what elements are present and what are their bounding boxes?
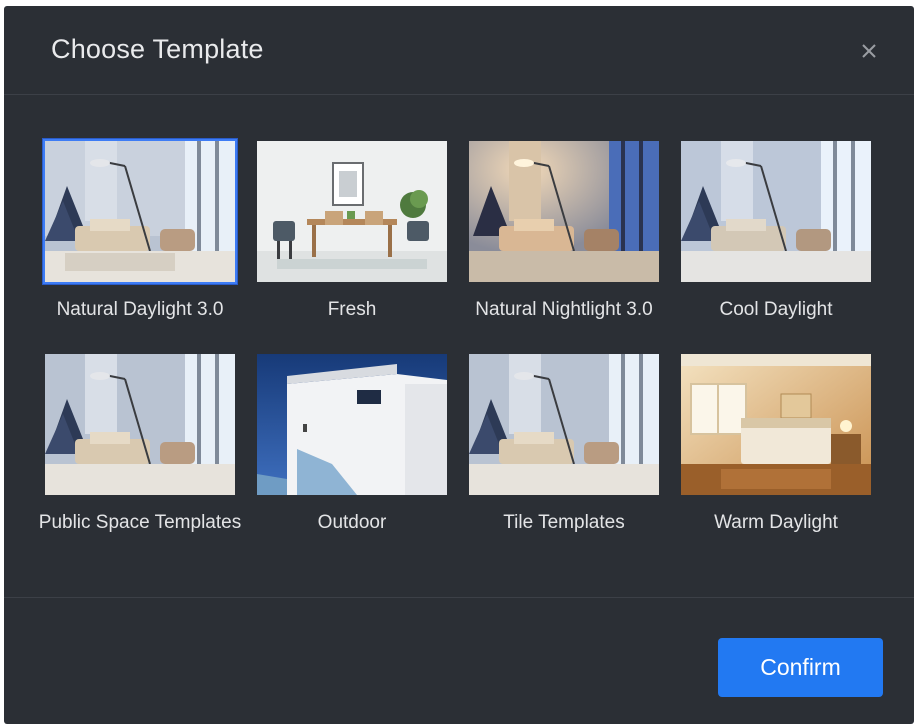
- template-thumbnail: [43, 352, 237, 497]
- close-icon[interactable]: [854, 36, 884, 66]
- template-thumbnail: [255, 352, 449, 497]
- template-grid: Natural Daylight 3.0 Fresh Natural Night…: [4, 95, 914, 597]
- template-thumbnail: [467, 352, 661, 497]
- template-thumbnail: [467, 139, 661, 284]
- dialog-header: Choose Template: [4, 6, 914, 95]
- template-label: Tile Templates: [503, 512, 625, 533]
- template-label: Warm Daylight: [714, 512, 838, 533]
- template-label: Natural Nightlight 3.0: [475, 299, 653, 320]
- template-label: Natural Daylight 3.0: [56, 299, 224, 320]
- dialog-footer: Confirm: [4, 597, 914, 724]
- template-label: Outdoor: [317, 512, 387, 533]
- template-thumbnail: [679, 352, 873, 497]
- template-label: Fresh: [327, 299, 377, 320]
- dialog-title: Choose Template: [51, 34, 264, 64]
- choose-template-dialog: Choose Template Natural Daylight 3.0 Fre…: [4, 6, 914, 724]
- template-thumbnail: [43, 139, 237, 284]
- template-label: Public Space Templates: [38, 512, 242, 533]
- template-label: Cool Daylight: [719, 299, 833, 320]
- confirm-button[interactable]: Confirm: [718, 638, 883, 697]
- template-thumbnail: [679, 139, 873, 284]
- template-thumbnail: [255, 139, 449, 284]
